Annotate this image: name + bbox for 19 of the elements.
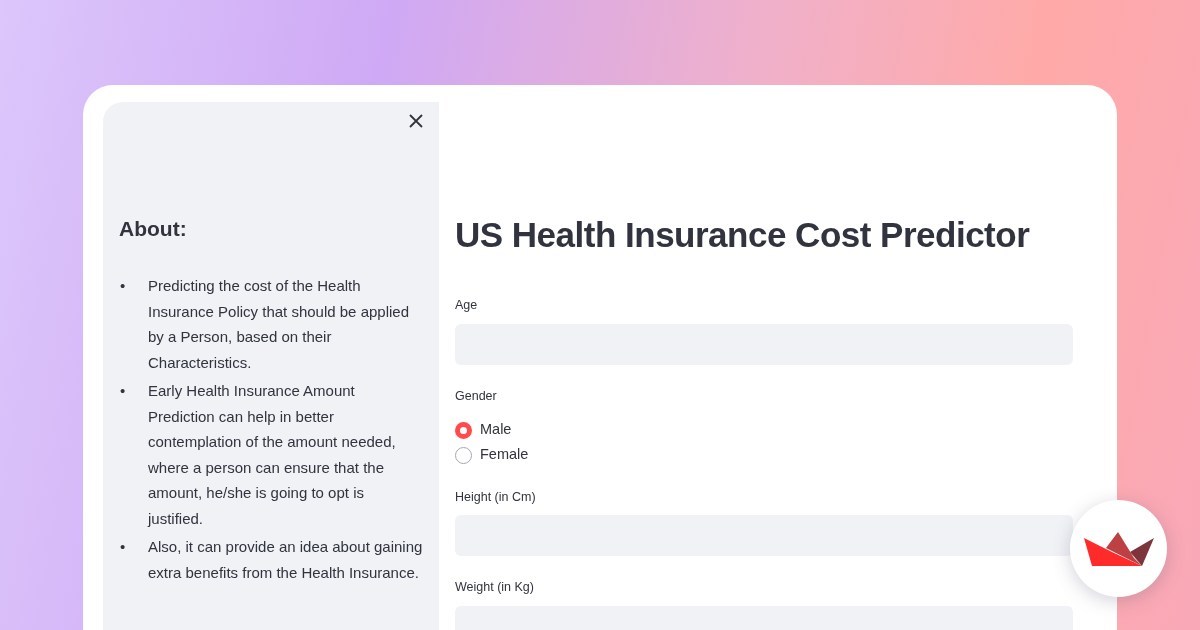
close-button[interactable] (407, 112, 425, 130)
about-text: Predicting the cost of the Health Insurance Policy that should be applied by a Person, based on their Characteristics. (148, 276, 410, 373)
about-text: Early Health Insurance Amount Prediction can help in better contemplation of the amount needed, where a person can ensure that the amount, he/she is going to opt is justified. (148, 381, 397, 529)
radio-button[interactable] (455, 446, 472, 464)
field-label: Age (455, 297, 479, 314)
bullet-mark: • (119, 381, 127, 402)
page-title: US Health Insurance Cost Predictor (455, 214, 1031, 256)
field-label: Gender (455, 387, 498, 405)
boat-logo-icon (1083, 531, 1154, 566)
bullet-mark: • (119, 276, 127, 297)
bullet-mark: • (119, 537, 127, 558)
field-label: Height (in Cm) (455, 488, 537, 506)
about-text: Also, it can provide an idea about gaining extra benefits from the Health Insurance. (148, 537, 423, 583)
radio-label[interactable]: Male (480, 419, 512, 441)
radio-label[interactable]: Female (480, 444, 529, 466)
field-label: Weight (in Kg) (455, 579, 535, 597)
sidebar-heading: About: (119, 216, 188, 242)
input-field[interactable] (455, 515, 1073, 557)
radio-button[interactable] (455, 421, 472, 439)
